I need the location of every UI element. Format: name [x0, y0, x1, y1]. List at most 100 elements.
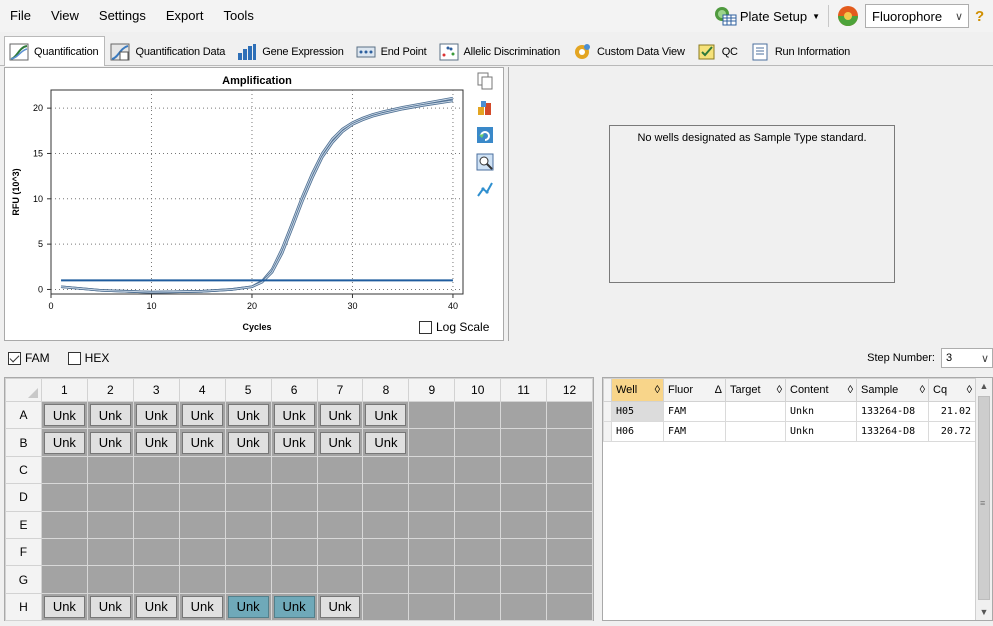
plate-well[interactable]	[132, 510, 180, 539]
plate-well[interactable]: Unk	[362, 428, 410, 457]
column-header-well[interactable]: Well ◊	[611, 378, 664, 402]
plate-well[interactable]	[546, 455, 593, 485]
plate-well[interactable]	[500, 400, 548, 430]
plate-corner[interactable]	[5, 378, 42, 402]
amplification-chart[interactable]: Amplification 0 10 20 30 40 0 5 10 15 20 Cycles RFU …	[5, 68, 475, 340]
plate-well[interactable]	[224, 455, 272, 485]
tab-custom-data-view[interactable]: Custom Data View	[567, 37, 692, 65]
plate-column-header[interactable]: 7	[316, 378, 364, 402]
log-scale-checkbox[interactable]	[419, 320, 432, 334]
plate-row-header[interactable]: G	[5, 565, 42, 594]
hex-checkbox[interactable]	[67, 351, 81, 365]
plate-well[interactable]	[500, 483, 548, 512]
plate-well[interactable]	[224, 537, 272, 567]
plate-well[interactable]: Unk	[362, 400, 410, 430]
plate-well[interactable]	[40, 510, 88, 539]
plate-column-header[interactable]: 10	[454, 378, 502, 402]
cell-target[interactable]	[725, 421, 786, 442]
plate-well[interactable]	[546, 483, 593, 512]
cell-fluor[interactable]: FAM	[663, 401, 726, 422]
plate-well[interactable]	[408, 483, 456, 512]
plate-well[interactable]: Unk	[224, 592, 272, 622]
plate-well[interactable]	[224, 510, 272, 539]
plate-setup-button[interactable]: Plate Setup ▼	[713, 6, 820, 26]
plate-well[interactable]: Unk	[224, 428, 272, 457]
cell-fluor[interactable]: FAM	[663, 421, 726, 442]
tab-qc[interactable]: QC	[692, 37, 745, 65]
table-row[interactable]: H05 FAM Unkn 133264-D8 21.02	[603, 401, 976, 422]
row-header[interactable]	[603, 421, 612, 442]
plate-well[interactable]	[316, 483, 364, 512]
plate-well[interactable]	[178, 510, 226, 539]
plate-well[interactable]: Unk	[40, 400, 88, 430]
plate-well[interactable]: Unk	[178, 428, 226, 457]
column-header-fluor[interactable]: Fluor Δ	[663, 378, 726, 402]
plate-well[interactable]	[316, 537, 364, 567]
plate-well[interactable]	[500, 565, 548, 594]
plate-well[interactable]	[546, 400, 593, 430]
tab-quantification[interactable]: Quantification	[4, 36, 106, 66]
menu-view[interactable]: View	[41, 0, 89, 32]
plate-well[interactable]	[408, 510, 456, 539]
plate-well[interactable]	[500, 455, 548, 485]
plate-well[interactable]	[178, 483, 226, 512]
plate-well[interactable]	[270, 565, 318, 594]
plate-well[interactable]: Unk	[316, 592, 364, 622]
plate-well[interactable]	[362, 483, 410, 512]
plate-well[interactable]: Unk	[316, 428, 364, 457]
row-header[interactable]	[603, 401, 612, 422]
plate-well[interactable]	[40, 537, 88, 567]
plate-well[interactable]	[40, 483, 88, 512]
plate-well[interactable]	[86, 510, 134, 539]
plate-well[interactable]	[546, 592, 593, 622]
plate-well[interactable]	[362, 537, 410, 567]
plate-column-header[interactable]: 12	[546, 378, 593, 402]
plate-well[interactable]	[408, 428, 456, 457]
help-icon[interactable]: ?	[975, 8, 993, 25]
plate-well[interactable]	[454, 400, 502, 430]
plate-well[interactable]	[270, 537, 318, 567]
plate-well[interactable]	[546, 565, 593, 594]
plate-well[interactable]	[132, 537, 180, 567]
scroll-up-icon[interactable]: ▲	[976, 378, 992, 394]
plate-well[interactable]	[270, 510, 318, 539]
column-header-target[interactable]: Target ◊	[725, 378, 786, 402]
plate-well[interactable]: Unk	[40, 592, 88, 622]
plate-well[interactable]	[454, 592, 502, 622]
plate-well[interactable]	[178, 565, 226, 594]
tab-gene-expression[interactable]: Gene Expression	[232, 37, 350, 65]
plate-well[interactable]	[132, 565, 180, 594]
column-header-sample[interactable]: Sample ◊	[856, 378, 929, 402]
tab-run-information[interactable]: Run Information	[745, 37, 857, 65]
plate-well[interactable]	[86, 455, 134, 485]
plate-well[interactable]: Unk	[316, 400, 364, 430]
step-number-select[interactable]: 3 ∨	[941, 348, 993, 368]
scroll-down-icon[interactable]: ▼	[976, 604, 992, 620]
cell-well[interactable]: H05	[611, 401, 664, 422]
copy-icon[interactable]	[476, 72, 494, 90]
plate-well[interactable]	[408, 592, 456, 622]
plate-well[interactable]: Unk	[270, 592, 318, 622]
plate-column-header[interactable]: 4	[178, 378, 226, 402]
plate-well[interactable]	[132, 455, 180, 485]
plate-well[interactable]	[362, 455, 410, 485]
plate-row-header[interactable]: C	[5, 455, 42, 485]
plate-well[interactable]	[454, 428, 502, 457]
plate-row-header[interactable]: H	[5, 592, 42, 622]
plate-well[interactable]	[500, 537, 548, 567]
menu-export[interactable]: Export	[156, 0, 214, 32]
plate-column-header[interactable]: 2	[86, 378, 134, 402]
trace-style-icon[interactable]	[476, 180, 494, 198]
plate-row-header[interactable]: E	[5, 510, 42, 539]
plate-well[interactable]: Unk	[178, 592, 226, 622]
plate-row-header[interactable]: F	[5, 537, 42, 567]
plate-well[interactable]	[270, 483, 318, 512]
plate-well[interactable]	[40, 565, 88, 594]
plate-column-header[interactable]: 1	[40, 378, 88, 402]
plate-well[interactable]	[500, 428, 548, 457]
table-row[interactable]: H06 FAM Unkn 133264-D8 20.72	[603, 421, 976, 442]
plate-column-header[interactable]: 8	[362, 378, 410, 402]
fluorophore-select[interactable]: Fluorophore ∨	[865, 4, 969, 28]
plate-column-header[interactable]: 9	[408, 378, 456, 402]
plate-well[interactable]	[454, 537, 502, 567]
